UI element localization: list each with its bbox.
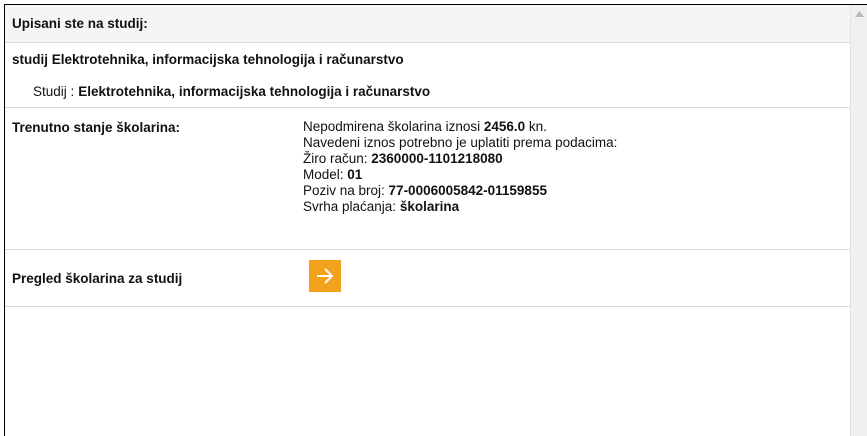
study-heading-text: studij Elektrotehnika, informacijska teh… [12, 52, 404, 67]
tuition-overview-button[interactable] [309, 260, 341, 292]
amount-prefix: Nepodmirena školarina iznosi [303, 119, 484, 134]
account-label: Žiro račun: [303, 151, 372, 166]
study-value: Elektrotehnika, informacijska tehnologij… [78, 84, 431, 99]
reference-line: Poziv na broj: 77-0006005842-01159855 [303, 183, 617, 199]
reference-label: Poziv na broj: [303, 183, 389, 198]
model-value: 01 [347, 167, 363, 182]
scroll-up-button[interactable] [851, 5, 867, 22]
tuition-details: Nepodmirena školarina iznosi 2456.0 kn. … [303, 119, 617, 215]
purpose-line: Svrha plaćanja: školarina [303, 199, 617, 215]
panel-content: Upisani ste na studij: studij Elektroteh… [5, 5, 851, 436]
study-row: Studij : Elektrotehnika, informacijska t… [5, 76, 851, 108]
tuition-overview-row: Pregled školarina za studij [5, 250, 851, 307]
account-value: 2360000-1101218080 [371, 151, 503, 166]
study-label: Studij : [33, 84, 75, 99]
panel-header: Upisani ste na studij: [5, 5, 851, 43]
model-label: Model: [303, 167, 348, 182]
amount-suffix: kn. [525, 119, 547, 134]
tuition-status-row: Trenutno stanje školarina: Nepodmirena š… [5, 108, 851, 250]
arrow-right-icon [317, 268, 334, 284]
purpose-value: školarina [399, 199, 460, 214]
account-line: Žiro račun: 2360000-1101218080 [303, 151, 617, 167]
study-heading: studij Elektrotehnika, informacijska teh… [5, 43, 851, 76]
tuition-overview-label: Pregled školarina za studij [12, 271, 183, 286]
tuition-status-label: Trenutno stanje školarina: [12, 120, 181, 135]
scroll-up-icon [854, 10, 864, 17]
tuition-amount-line: Nepodmirena školarina iznosi 2456.0 kn. [303, 119, 617, 135]
vertical-scrollbar[interactable] [850, 5, 867, 436]
tuition-amount: 2456.0 [483, 119, 526, 134]
purpose-label: Svrha plaćanja: [303, 199, 400, 214]
panel-title: Upisani ste na studij: [12, 16, 148, 31]
model-line: Model: 01 [303, 167, 617, 183]
payment-instructions: Navedeni iznos potrebno je uplatiti prem… [303, 135, 618, 150]
reference-value: 77-0006005842-01159855 [388, 183, 547, 198]
tuition-panel: Upisani ste na studij: studij Elektroteh… [4, 4, 867, 436]
